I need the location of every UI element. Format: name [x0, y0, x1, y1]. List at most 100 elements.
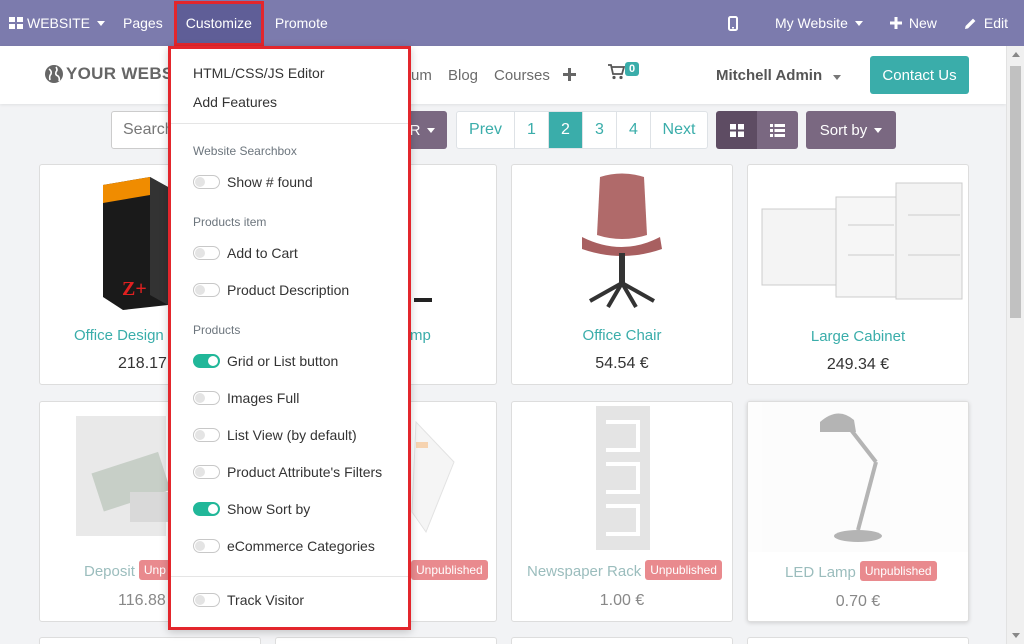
toggle-ecommerce-categories[interactable] [193, 539, 220, 553]
pages-menu[interactable]: Pages [114, 0, 172, 46]
option-add-to-cart[interactable]: Add to Cart [227, 245, 298, 261]
new-label: New [908, 15, 937, 31]
user-menu[interactable]: Mitchell Admin [716, 67, 842, 84]
product-name[interactable]: Large Cabinet [748, 328, 968, 345]
pager-page-4[interactable]: 4 [616, 112, 650, 148]
toggle-knob [208, 504, 218, 514]
option-attribute-filters[interactable]: Product Attribute's Filters [227, 464, 382, 480]
product-price: 1.00 € [599, 592, 645, 609]
product-card-row3[interactable] [747, 637, 969, 644]
toggle-knob [195, 595, 205, 605]
toggle-images-full[interactable] [193, 391, 220, 405]
html-css-js-editor-item[interactable]: HTML/CSS/JS Editor [193, 65, 324, 81]
my-website-menu[interactable]: My Website [766, 0, 881, 46]
product-card-row3[interactable] [275, 637, 497, 644]
pager-page-2[interactable]: 2 [548, 112, 582, 148]
nav-link-blog[interactable]: Blog [448, 67, 478, 84]
my-website-label: My Website [774, 15, 848, 31]
search-placeholder: Search [123, 121, 174, 138]
option-ecommerce-categories[interactable]: eCommerce Categories [227, 538, 375, 554]
dropdown-divider [171, 123, 408, 124]
page-scrollbar[interactable] [1006, 46, 1024, 644]
edit-label: Edit [983, 15, 1008, 31]
promote-menu[interactable]: Promote [266, 0, 337, 46]
toggle-knob [195, 541, 205, 551]
user-name: Mitchell Admin [716, 67, 823, 84]
pager-prev[interactable]: Prev [457, 112, 514, 148]
pencil-icon [964, 18, 976, 29]
sort-by-button[interactable]: Sort by [806, 111, 896, 149]
toggle-product-description[interactable] [193, 283, 220, 297]
product-name[interactable]: Unpublished [407, 560, 496, 580]
toggle-knob [195, 393, 205, 403]
toggle-list-view-default[interactable] [193, 428, 220, 442]
list-view-icon [770, 123, 785, 137]
toggle-knob [195, 430, 205, 440]
pager-next[interactable]: Next [650, 112, 707, 148]
product-card-led-lamp[interactable]: LED Lamp Unpublished 0.70 € [747, 401, 969, 622]
toggle-show-found[interactable] [193, 175, 220, 189]
product-price: 54.54 € [595, 355, 649, 372]
admin-navbar: WEBSITE Pages Customize Promote My Websi… [0, 0, 1024, 46]
nav-link-courses[interactable]: Courses [494, 67, 550, 84]
option-show-sort-by[interactable]: Show Sort by [227, 501, 310, 517]
pager-page-1[interactable]: 1 [514, 112, 548, 148]
option-list-view-default[interactable]: List View (by default) [227, 427, 357, 443]
product-name[interactable]: LED Lamp Unpublished [785, 561, 968, 581]
mobile-preview-button[interactable] [718, 0, 766, 46]
chevron-down-icon [854, 20, 863, 26]
nav-link-forum[interactable]: um [411, 67, 432, 84]
list-view-button[interactable] [757, 111, 798, 149]
product-card-office-chair[interactable]: Office Chair 54.54 € [511, 164, 733, 385]
toggle-attribute-filters[interactable] [193, 465, 220, 479]
toggle-add-to-cart[interactable] [193, 246, 220, 260]
toggle-grid-or-list[interactable] [193, 354, 220, 368]
pagination: Prev 1 2 3 4 Next [456, 111, 708, 149]
sort-by-label: Sort by [819, 121, 868, 139]
new-button[interactable]: New [881, 0, 955, 46]
apps-grid-icon [9, 17, 23, 29]
unpublished-badge: Unpublished [645, 560, 722, 580]
product-name[interactable]: Office Chair [512, 327, 732, 344]
option-track-visitor[interactable]: Track Visitor [227, 592, 304, 608]
option-grid-or-list[interactable]: Grid or List button [227, 353, 338, 369]
chevron-down-icon [97, 20, 106, 26]
product-image-cabinet [748, 165, 968, 315]
product-name[interactable]: Newspaper Rack Unpublished [527, 560, 732, 580]
unpublished-badge: Unpublished [859, 561, 937, 581]
toggle-track-visitor[interactable] [193, 593, 220, 607]
shopping-cart-icon[interactable] [608, 64, 625, 80]
option-show-found[interactable]: Show # found [227, 174, 313, 190]
grid-view-button[interactable] [716, 111, 757, 149]
toggle-knob [195, 285, 205, 295]
unpublished-badge: Unp [138, 560, 171, 580]
svg-text:Z+: Z+ [122, 278, 147, 300]
pager-page-3[interactable]: 3 [582, 112, 616, 148]
scroll-down-arrow-icon[interactable] [1012, 633, 1020, 638]
website-menu[interactable]: WEBSITE [0, 0, 114, 46]
product-card-newspaper-rack[interactable]: Newspaper Rack Unpublished 1.00 € [511, 401, 733, 622]
dropdown-divider [171, 576, 408, 577]
toggle-show-sort-by[interactable] [193, 502, 220, 516]
scrollbar-thumb[interactable] [1010, 66, 1021, 318]
customize-menu[interactable]: Customize [173, 0, 264, 46]
product-card-large-cabinet[interactable]: Large Cabinet 249.34 € [747, 164, 969, 385]
chevron-down-icon [874, 127, 883, 133]
product-name-text: LED Lamp [785, 564, 856, 581]
product-card-row3[interactable] [511, 637, 733, 644]
product-name[interactable]: mp [410, 327, 496, 344]
edit-button[interactable]: Edit [955, 0, 1024, 46]
add-menu-item-icon[interactable] [563, 68, 576, 81]
section-header-products-item: Products item [193, 215, 267, 229]
toggle-knob [208, 356, 218, 366]
scroll-up-arrow-icon[interactable] [1012, 52, 1020, 57]
product-name-text: Deposit [84, 563, 135, 580]
website-menu-label: WEBSITE [27, 15, 91, 31]
option-images-full[interactable]: Images Full [227, 390, 299, 406]
product-price: 0.70 € [835, 593, 881, 610]
add-features-item[interactable]: Add Features [193, 94, 277, 110]
contact-us-button[interactable]: Contact Us [870, 56, 969, 94]
option-product-description[interactable]: Product Description [227, 282, 349, 298]
product-card-row3[interactable] [39, 637, 261, 644]
customize-dropdown: HTML/CSS/JS Editor Add Features Website … [168, 46, 411, 630]
